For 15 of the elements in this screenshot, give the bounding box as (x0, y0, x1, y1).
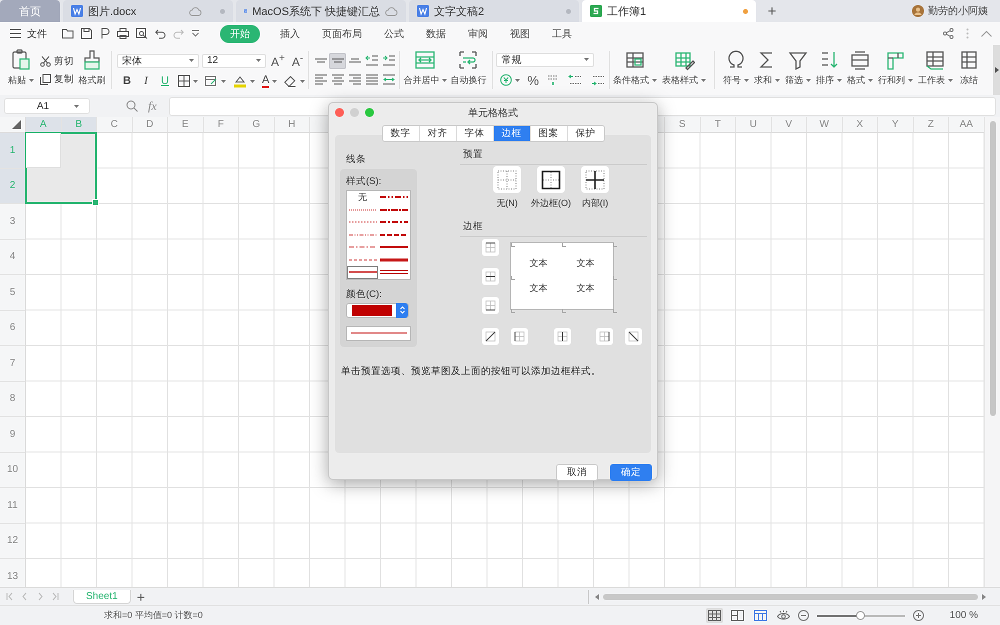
preset-label: 内部(I) (582, 197, 608, 210)
preset-label: 外边框(O) (531, 197, 571, 210)
group-label: 线条 (345, 153, 367, 166)
group-label: 边框 (462, 220, 484, 233)
preview-text: 文本 (530, 257, 548, 270)
dialog-title: 单元格格式 (468, 106, 518, 120)
hint-text: 单击预置选项、预览草图及上面的按钮可以添加边框样式。 (341, 365, 602, 378)
field-label: 颜色(C): (346, 288, 383, 300)
preview-text: 文本 (576, 282, 594, 295)
preview-text: 文本 (530, 282, 548, 295)
field-label: 样式(S): (346, 175, 382, 188)
preview-text: 文本 (576, 257, 594, 270)
preset-label: 无(N) (496, 197, 518, 210)
selection-summary: 求和=0 平均值=0 计数=0 (104, 609, 203, 622)
group-label: 预置 (462, 148, 484, 161)
